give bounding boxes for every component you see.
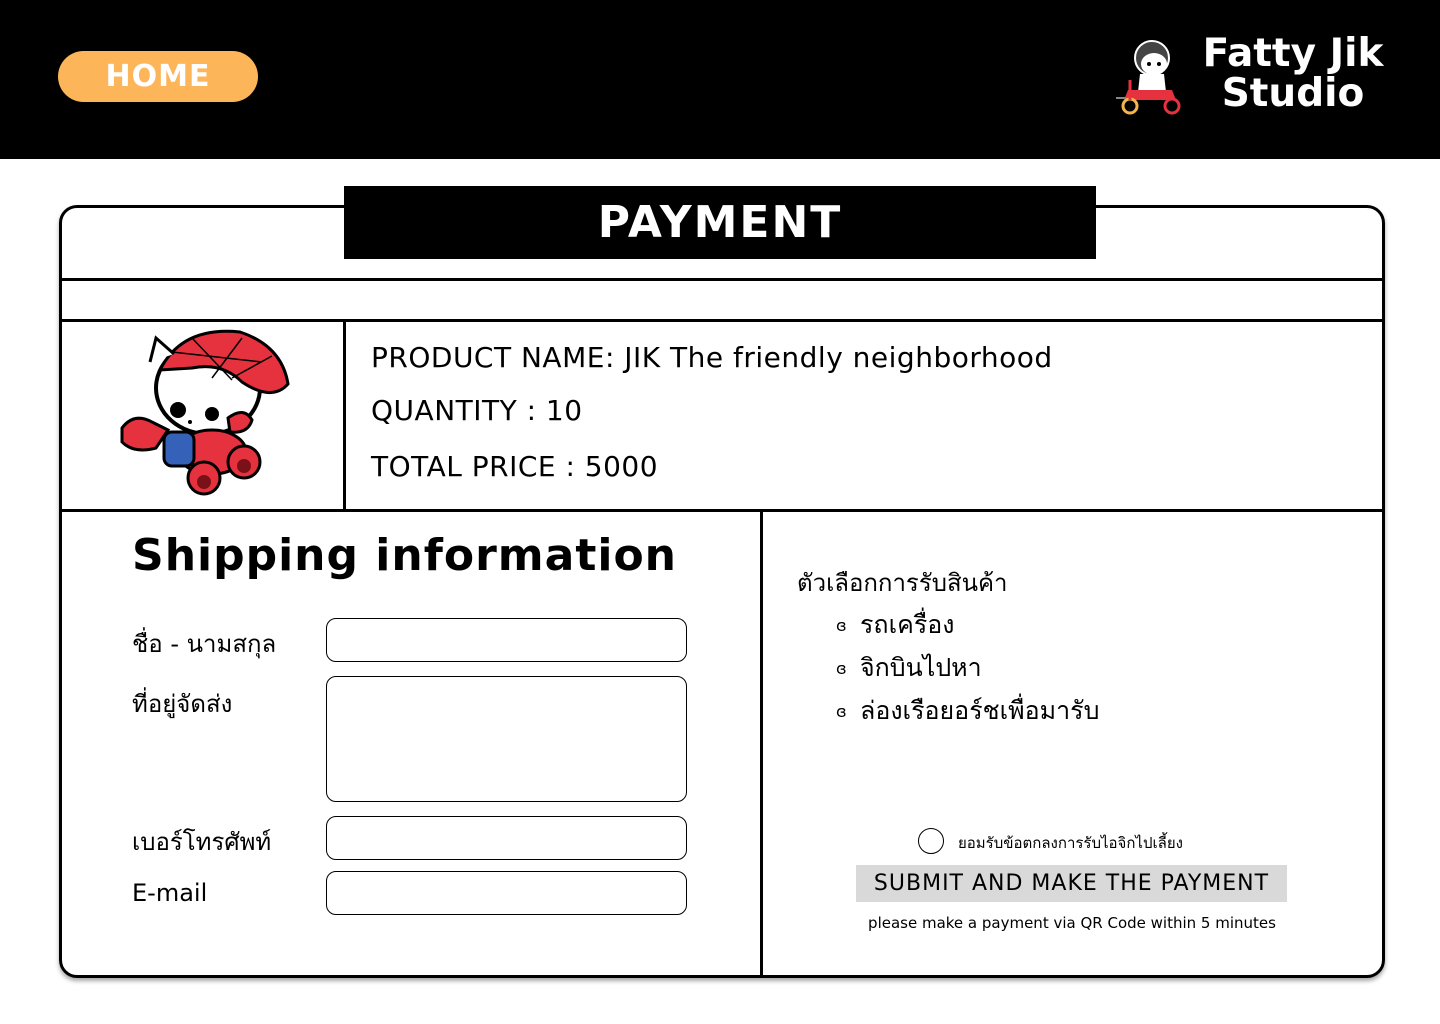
submit-payment-button[interactable]: SUBMIT AND MAKE THE PAYMENT [856,865,1287,902]
bullet-icon: ɞ [836,615,847,635]
delivery-option-fly[interactable]: ɞ จิกบินไปหา [836,648,982,688]
fullname-label: ชื่อ - นามสกุล [132,630,277,658]
fullname-input[interactable] [326,618,687,662]
product-name: PRODUCT NAME: JIK The friendly neighborh… [371,341,1053,374]
payment-title: PAYMENT [344,186,1096,259]
shipping-title: Shipping information [132,530,677,581]
logo-line-2: Studio [1221,71,1365,116]
divider-sections [760,509,763,978]
bullet-icon: ɞ [836,658,847,678]
logo-text: Fatty Jik Studio [1188,34,1398,114]
delivery-option-yacht[interactable]: ɞ ล่องเรือยอร์ชเพื่อมารับ [836,691,1099,731]
home-button[interactable]: HOME [58,51,258,102]
studio-logo[interactable]: Fatty Jik Studio [1112,30,1402,122]
agreement-radio[interactable] [918,828,944,854]
agreement-label: ยอมรับข้อตกลงการรับไอจิกไปเลี้ยง [958,834,1183,852]
address-label: ที่อยู่จัดส่ง [132,690,233,718]
product-quantity: QUANTITY : 10 [371,394,583,427]
bullet-icon: ɞ [836,701,847,721]
product-total-price: TOTAL PRICE : 5000 [371,450,659,483]
payment-note: please make a payment via QR Code within… [868,914,1276,932]
delivery-option-motorbike[interactable]: ɞ รถเครื่อง [836,605,954,645]
divider-product-bottom [59,509,1385,512]
divider-top [59,278,1385,281]
product-image-icon [120,329,290,496]
top-header-bar: HOME Fatty Jik Studio [0,0,1440,159]
phone-input[interactable] [326,816,687,860]
phone-label: เบอร์โทรศัพท์ [132,828,272,856]
logo-mascot-icon [1116,40,1181,115]
email-label: E-mail [132,879,208,907]
divider-product-image [343,319,346,512]
delivery-option-label: จิกบินไปหา [860,653,982,682]
delivery-option-label: ล่องเรือยอร์ชเพื่อมารับ [860,696,1100,725]
delivery-option-label: รถเครื่อง [860,610,955,639]
address-textarea[interactable] [326,676,687,802]
logo-line-1: Fatty Jik [1202,31,1384,76]
email-input[interactable] [326,871,687,915]
delivery-options-title: ตัวเลือกการรับสินค้า [797,569,1008,597]
